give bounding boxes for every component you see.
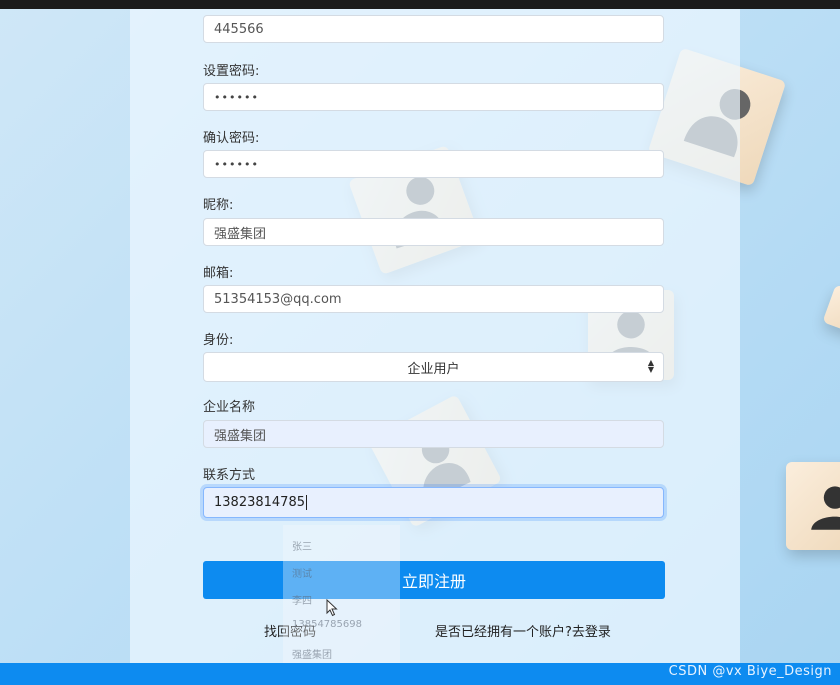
user-cube-decoration [822,284,840,336]
identity-label: 身份: [203,333,234,348]
contact-value: 13823814785 [214,495,305,510]
autocomplete-item[interactable]: 李四 [292,592,312,607]
mouse-cursor-icon [326,599,338,617]
register-button[interactable]: 立即注册 [203,561,665,599]
autocomplete-item[interactable]: 张三 [292,538,312,553]
password-input[interactable]: •••••• [203,83,664,111]
contact-input[interactable]: 13823814785 [203,487,664,518]
confirm-password-input[interactable]: •••••• [203,150,664,178]
select-arrows-icon: ▲ ▼ [647,358,654,374]
autocomplete-item[interactable]: 测试 [292,565,312,580]
identity-selected-value: 企业用户 [407,361,460,377]
login-link[interactable]: 是否已经拥有一个账户?去登录 [435,621,611,640]
autocomplete-dropdown: 张三 测试 李四 13854785698 强盛集团 13823814785 × [283,525,400,685]
watermark-text: CSDN @vx Biye_Design [668,664,832,679]
email-input[interactable]: 51354153@qq.com [203,285,664,313]
confirm-password-label: 确认密码: [203,131,260,146]
nickname-label: 昵称: [203,198,234,213]
identity-select[interactable]: 企业用户 ▲ ▼ [203,352,664,382]
nickname-value: 强盛集团 [214,226,267,242]
password-label: 设置密码: [203,64,260,79]
account-value: 445566 [214,21,264,37]
user-cube-decoration [786,462,840,550]
autocomplete-item[interactable]: 13854785698 [292,619,362,630]
nickname-input[interactable]: 强盛集团 [203,218,664,246]
contact-label: 联系方式 [203,468,256,483]
account-input[interactable]: 445566 [203,15,664,43]
autocomplete-item[interactable]: 强盛集团 [292,646,332,661]
password-mask: •••••• [214,90,259,104]
email-label: 邮箱: [203,266,234,281]
company-name-value: 强盛集团 [214,428,267,444]
email-value: 51354153@qq.com [214,291,342,307]
company-name-label: 企业名称 [203,400,256,415]
confirm-password-mask: •••••• [214,157,259,171]
company-name-input[interactable]: 强盛集团 [203,420,664,448]
text-caret [305,495,307,510]
window-top-bar [0,0,840,9]
